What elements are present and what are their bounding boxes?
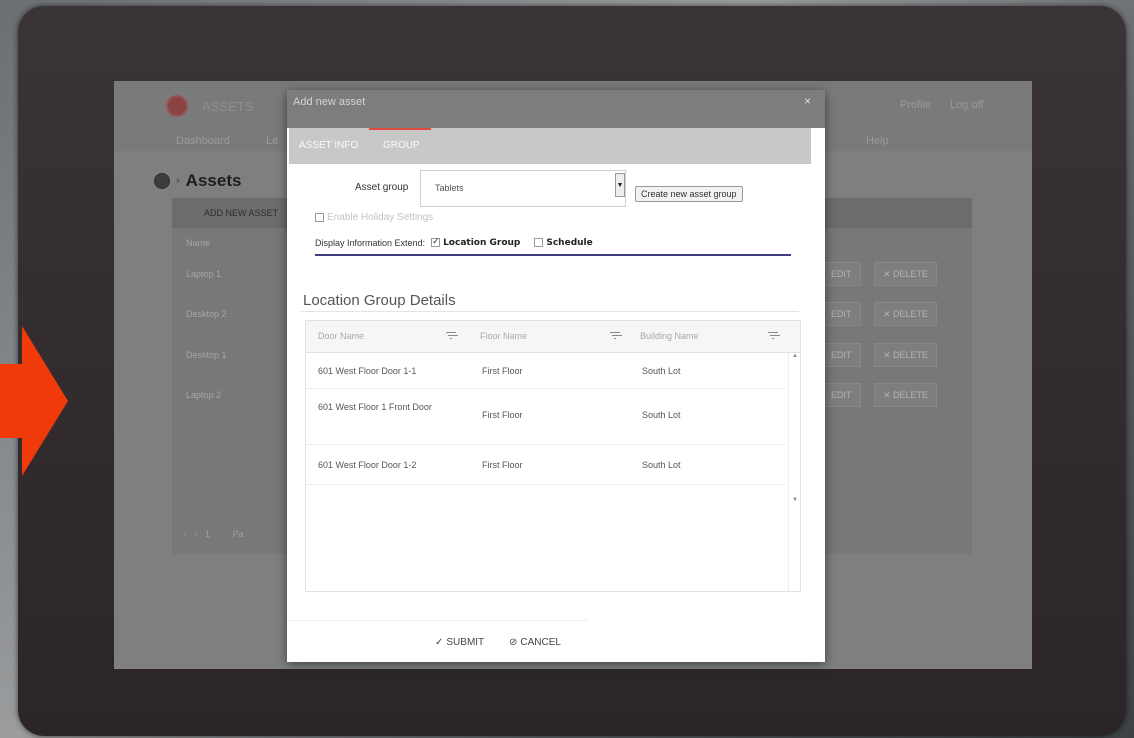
door-name-cell: 601 West Floor 1 Front Door — [318, 402, 432, 412]
filter-icon[interactable] — [768, 332, 778, 340]
table-row[interactable]: 601 West Floor Door 1-1 First Floor Sout… — [306, 353, 786, 389]
table-row[interactable]: 601 West Floor Door 1-2 First Floor Sout… — [306, 445, 786, 485]
dialog-title: Add new asset — [293, 96, 366, 108]
column-header-floor-name[interactable]: Floor Name — [480, 331, 527, 341]
divider — [301, 311, 799, 312]
edit-button[interactable]: EDIT — [822, 262, 861, 286]
door-name-cell: 601 West Floor Door 1-2 — [318, 460, 417, 470]
asset-group-label: Asset group — [355, 182, 409, 193]
tab-group[interactable]: GROUP — [383, 140, 420, 151]
page-title: Assets — [185, 171, 242, 190]
edit-button[interactable]: EDIT — [822, 343, 861, 367]
create-asset-group-button[interactable]: Create new asset group — [635, 186, 743, 202]
floor-name-cell: First Floor — [482, 366, 523, 376]
grid-scrollbar[interactable]: ▲ ▼ — [788, 353, 800, 591]
asset-group-value: Tablets — [435, 183, 464, 193]
holiday-settings-checkbox[interactable]: Enable Holiday Settings — [315, 212, 433, 223]
delete-button[interactable]: ✕ DELETE — [874, 262, 938, 286]
page-title-row: › Assets — [154, 171, 241, 191]
door-name-cell: 601 West Floor Door 1-1 — [318, 366, 417, 376]
dialog-footer: ✓ SUBMIT ⊘ CANCEL — [287, 620, 587, 662]
building-name-cell: South Lot — [642, 410, 681, 420]
table-row[interactable]: Desktop 2 — [186, 309, 227, 319]
nav-help[interactable]: Help — [866, 135, 889, 147]
cancel-label: CANCEL — [520, 637, 561, 648]
table-row[interactable]: 601 West Floor 1 Front Door First Floor … — [306, 389, 786, 445]
scroll-up-icon[interactable]: ▲ — [792, 353, 798, 359]
checkbox-icon[interactable] — [534, 238, 544, 248]
profile-link[interactable]: Profile — [900, 99, 931, 111]
table-row[interactable]: Laptop 1 — [186, 269, 221, 279]
edit-button[interactable]: EDIT — [822, 383, 861, 407]
display-extend-row: Display Information Extend: Location Gro… — [315, 236, 593, 248]
delete-button[interactable]: ✕ DELETE — [874, 302, 938, 326]
edit-button[interactable]: EDIT — [822, 302, 861, 326]
column-header-building-name[interactable]: Building Name — [640, 331, 699, 341]
app-logo — [166, 95, 188, 117]
table-row[interactable]: Desktop 1 — [186, 350, 227, 360]
table-row[interactable]: Laptop 2 — [186, 390, 221, 400]
location-group-grid: Door Name Floor Name Building Name 601 W… — [305, 320, 801, 592]
building-name-cell: South Lot — [642, 460, 681, 470]
cancel-icon: ⊘ — [509, 637, 518, 648]
add-asset-dialog: Add new asset × ASSET INFO GROUP Asset g… — [287, 90, 825, 662]
filter-icon[interactable] — [610, 332, 620, 340]
floor-name-cell: First Floor — [482, 460, 523, 470]
chevron-down-icon[interactable]: ▼ — [615, 173, 625, 197]
checkbox-icon[interactable] — [315, 212, 324, 222]
scroll-down-icon[interactable]: ▼ — [792, 497, 798, 503]
nav-le[interactable]: Le — [266, 135, 278, 147]
section-title: Location Group Details — [303, 292, 456, 309]
submit-label: SUBMIT — [446, 637, 485, 648]
app-title: ASSETS — [202, 99, 254, 114]
close-icon[interactable]: × — [804, 94, 811, 108]
check-icon: ✓ — [435, 637, 444, 648]
add-new-asset-button[interactable]: ADD NEW ASSET — [204, 208, 278, 218]
checkbox-checked-icon[interactable] — [431, 236, 441, 248]
holiday-label: Enable Holiday Settings — [327, 212, 434, 223]
delete-button[interactable]: ✕ DELETE — [874, 343, 938, 367]
name-column-header[interactable]: Name — [186, 238, 210, 248]
pager-page[interactable]: 1 — [205, 529, 210, 539]
delete-button[interactable]: ✕ DELETE — [874, 383, 938, 407]
grid-header: Door Name Floor Name Building Name — [306, 321, 800, 353]
pager: ‹ ‹ 1 Pa — [184, 529, 244, 539]
schedule-checkbox[interactable]: Schedule — [534, 237, 593, 248]
dialog-title-bar: Add new asset × — [287, 90, 825, 128]
asset-group-select[interactable]: Tablets ▼ — [420, 170, 626, 207]
display-label: Display Information Extend: — [315, 237, 426, 248]
breadcrumb-separator: › — [176, 175, 180, 187]
nav-dashboard[interactable]: Dashboard — [176, 135, 230, 147]
pointer-arrow-icon — [0, 326, 68, 476]
pager-label: Pa — [232, 529, 244, 539]
building-name-cell: South Lot — [642, 366, 681, 376]
divider — [315, 254, 791, 256]
pager-prev[interactable]: ‹ ‹ — [184, 529, 205, 539]
floor-name-cell: First Floor — [482, 410, 523, 420]
active-tab-indicator — [369, 128, 431, 130]
cancel-button[interactable]: ⊘ CANCEL — [509, 637, 561, 648]
submit-button[interactable]: ✓ SUBMIT — [435, 637, 484, 648]
dialog-tabs: ASSET INFO GROUP — [289, 128, 811, 164]
home-icon[interactable] — [154, 173, 170, 189]
filter-icon[interactable] — [446, 332, 456, 340]
location-group-checkbox[interactable]: Location Group — [431, 236, 520, 248]
log-off-link[interactable]: Log off — [950, 99, 983, 111]
tab-asset-info[interactable]: ASSET INFO — [299, 140, 358, 151]
column-header-door-name[interactable]: Door Name — [318, 331, 364, 341]
